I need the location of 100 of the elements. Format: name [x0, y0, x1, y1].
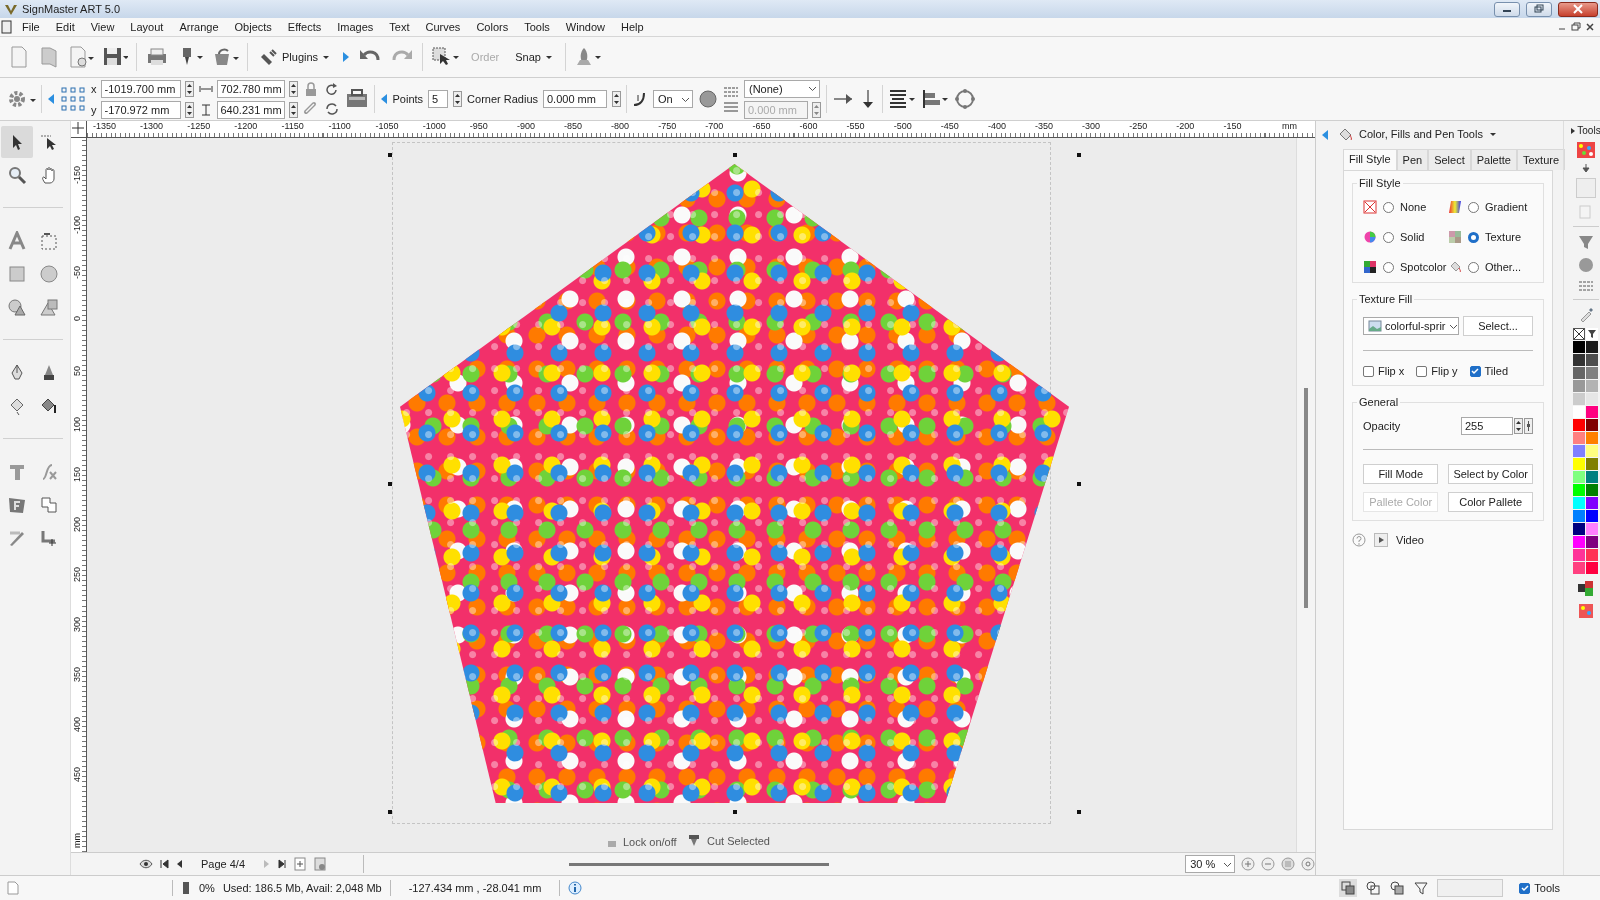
color-swatch[interactable]	[1586, 471, 1598, 483]
color-swatch[interactable]	[1586, 497, 1598, 509]
color-swatch[interactable]	[1573, 523, 1585, 535]
texture-swatch-icon[interactable]	[1576, 142, 1595, 158]
overlap-icon[interactable]	[1365, 880, 1382, 896]
width-field[interactable]: 702.780 mm	[216, 79, 285, 98]
pen-width-icon[interactable]	[723, 100, 739, 113]
restore-icon[interactable]	[1570, 21, 1582, 33]
color-swatch[interactable]	[1586, 367, 1598, 379]
checkbox-label[interactable]: Tiled	[1484, 365, 1508, 377]
points-field[interactable]: 5	[428, 90, 449, 108]
selection-handle[interactable]	[388, 482, 392, 486]
collapse-arrow-icon[interactable]	[1320, 129, 1329, 141]
checkbox[interactable]	[1363, 365, 1374, 377]
color-swatch[interactable]	[1586, 536, 1598, 548]
tab[interactable]: Palette	[1470, 149, 1517, 170]
open-document-icon[interactable]	[38, 45, 60, 69]
pen-style-icon[interactable]	[723, 85, 739, 98]
selection-handle[interactable]	[1077, 810, 1081, 814]
align-center-icon[interactable]	[888, 88, 916, 110]
radio-button[interactable]	[1468, 261, 1479, 273]
color-swatch[interactable]	[1573, 354, 1585, 366]
first-page-icon[interactable]	[159, 858, 169, 870]
checkbox-label[interactable]: Tools	[1534, 882, 1560, 894]
shapes-icon[interactable]	[7, 296, 27, 317]
color-swatch[interactable]	[1573, 341, 1585, 353]
scroll-thumb[interactable]	[569, 863, 830, 866]
shape-combine-icon[interactable]	[39, 296, 59, 317]
overlap-icon[interactable]	[1389, 880, 1406, 896]
pen-dropdown[interactable]: (None)	[744, 79, 820, 98]
color-swatch[interactable]	[1586, 562, 1598, 574]
tab[interactable]: Texture	[1516, 149, 1566, 170]
dashed-lines-icon[interactable]	[1577, 279, 1594, 293]
menu-item[interactable]: Curves	[417, 20, 469, 34]
zoom-dropdown[interactable]: 30 %	[1185, 855, 1235, 873]
text-tool-icon[interactable]	[7, 230, 27, 251]
color-swatch[interactable]	[1573, 458, 1585, 470]
panel-title[interactable]: Color, Fills and Pen Tools	[1359, 128, 1483, 140]
radio-button[interactable]	[1468, 201, 1479, 213]
magnifier-icon[interactable]	[7, 164, 27, 185]
zoom-page-icon[interactable]	[1281, 857, 1295, 871]
color-swatch[interactable]	[1586, 458, 1598, 470]
tab[interactable]: Fill Style	[1343, 149, 1397, 170]
menu-item[interactable]: Arrange	[171, 20, 227, 34]
select-texture-button[interactable]: Select...	[1463, 316, 1533, 336]
corner-radius-field[interactable]: 0.000 mm	[543, 90, 607, 108]
restore-button[interactable]	[1526, 1, 1552, 17]
radio-button[interactable]	[1383, 201, 1394, 213]
video-link[interactable]: Video	[1396, 534, 1424, 546]
opacity-field[interactable]: 255	[1461, 417, 1513, 435]
spin-buttons-icon[interactable]	[453, 91, 463, 107]
spin-buttons-icon[interactable]	[184, 80, 194, 97]
snap-button[interactable]: Snap	[511, 49, 557, 65]
color-swatch[interactable]	[1586, 419, 1598, 431]
funnel-icon[interactable]	[1413, 880, 1430, 896]
spin-buttons-icon[interactable]	[184, 101, 194, 118]
radio-label[interactable]: Gradient	[1485, 201, 1528, 213]
eye-icon[interactable]	[139, 857, 153, 871]
rotate-icon[interactable]	[323, 81, 340, 98]
selection-handle[interactable]	[733, 153, 737, 157]
weld-icon[interactable]	[39, 494, 59, 515]
arrow-right-icon[interactable]	[342, 51, 351, 63]
color-swatch[interactable]	[1573, 497, 1585, 509]
spin-buttons-icon[interactable]	[288, 80, 298, 97]
selection-handle[interactable]	[1077, 482, 1081, 486]
radio-button[interactable]	[1468, 231, 1479, 243]
menu-item[interactable]: Help	[613, 20, 652, 34]
ruler-origin-icon[interactable]	[71, 121, 85, 135]
overlap-icon[interactable]	[1339, 879, 1358, 897]
close-icon[interactable]	[1584, 21, 1596, 33]
spin-buttons-icon[interactable]	[612, 91, 621, 107]
radio-button[interactable]	[1383, 261, 1394, 273]
selection-handle[interactable]	[733, 810, 737, 814]
document-clock-icon[interactable]	[68, 45, 94, 69]
checkbox-label[interactable]: Flip x	[1378, 365, 1405, 377]
color-swatch[interactable]	[1586, 341, 1598, 353]
color-swatch[interactable]	[1586, 445, 1598, 457]
color-swatch[interactable]	[1586, 432, 1598, 444]
color-swatch[interactable]	[1586, 380, 1598, 392]
color-swatch[interactable]	[1573, 549, 1585, 561]
swap-colors-icon[interactable]	[1576, 580, 1595, 598]
color-swatch[interactable]	[1586, 406, 1598, 418]
color-swatch[interactable]	[1573, 562, 1585, 574]
radio-label[interactable]: Spotcolor	[1400, 261, 1447, 273]
menu-item[interactable]: File	[14, 20, 48, 34]
spin-buttons-icon[interactable]	[1514, 418, 1523, 434]
x-field[interactable]: -1019.700 mm	[100, 79, 181, 98]
play-icon[interactable]	[1374, 533, 1388, 547]
cut-selected-button[interactable]: Cut Selected	[707, 835, 770, 847]
zoom-out-icon[interactable]	[1261, 857, 1275, 871]
curve-icon[interactable]	[632, 91, 648, 107]
slider-icon[interactable]	[1524, 418, 1533, 434]
align-left-icon[interactable]	[921, 88, 949, 110]
page-settings-icon[interactable]	[313, 857, 328, 871]
color-swatch[interactable]	[1573, 484, 1585, 496]
menu-item[interactable]: Objects	[226, 20, 280, 34]
mode-dropdown[interactable]: On	[653, 90, 693, 108]
color-swatch[interactable]	[1573, 380, 1585, 392]
menu-item[interactable]: Edit	[47, 20, 83, 34]
radio-label[interactable]: Texture	[1485, 231, 1522, 243]
